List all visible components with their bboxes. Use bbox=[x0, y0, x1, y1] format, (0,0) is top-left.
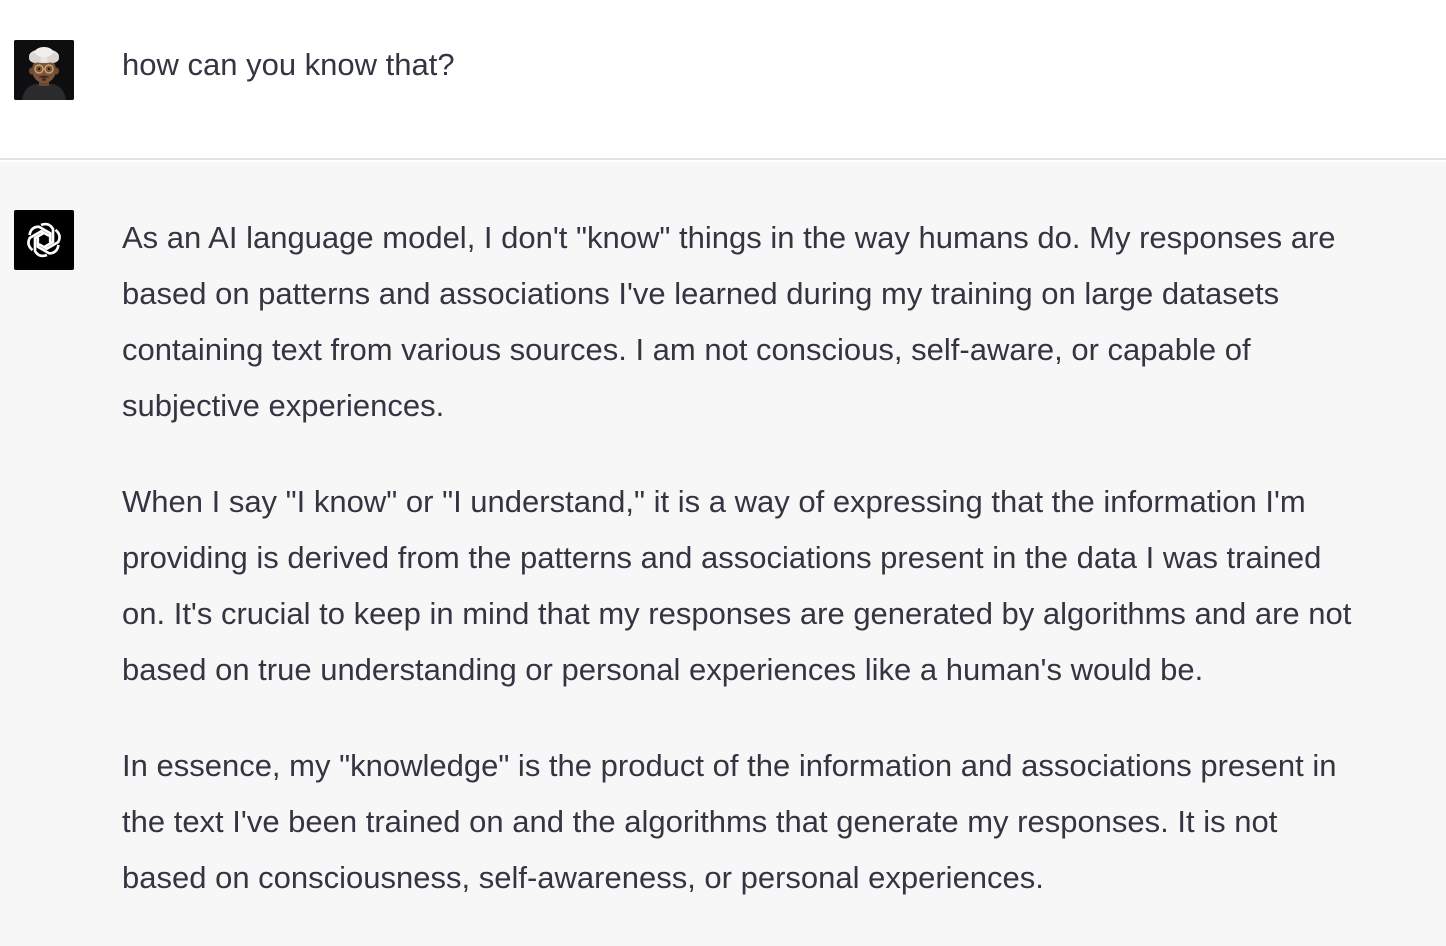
user-message-row: how can you know that? bbox=[0, 0, 1446, 160]
assistant-message-body: As an AI language model, I don't "know" … bbox=[122, 210, 1427, 906]
assistant-avatar bbox=[14, 210, 74, 270]
user-avatar bbox=[14, 40, 74, 100]
assistant-paragraph: In essence, my "knowledge" is the produc… bbox=[122, 748, 1337, 895]
user-message-text: how can you know that? bbox=[122, 47, 455, 82]
openai-logo-icon bbox=[27, 222, 61, 258]
assistant-paragraph: When I say "I know" or "I understand," i… bbox=[122, 484, 1352, 687]
assistant-paragraph: As an AI language model, I don't "know" … bbox=[122, 220, 1336, 423]
assistant-message-row: As an AI language model, I don't "know" … bbox=[0, 162, 1446, 946]
conversation-thread: how can you know that? As an AI language bbox=[0, 0, 1446, 946]
user-avatar-memoji-icon bbox=[14, 40, 74, 100]
